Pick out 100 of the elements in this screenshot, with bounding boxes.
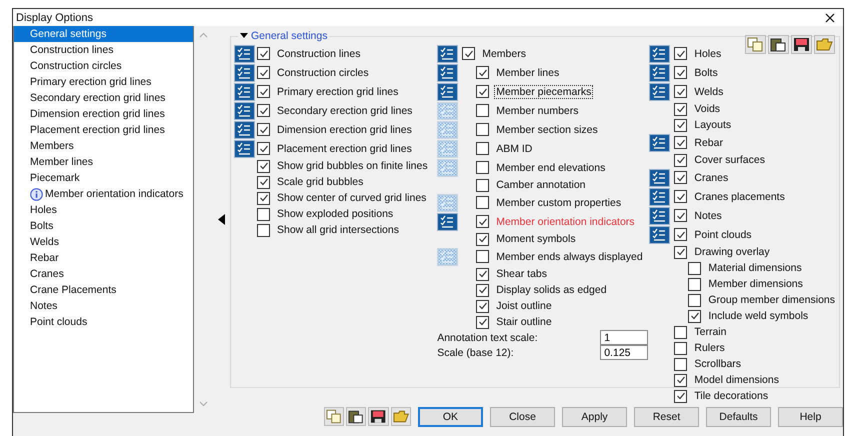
- checkbox[interactable]: [257, 66, 270, 79]
- checklist-button[interactable]: [437, 44, 458, 62]
- checkbox[interactable]: [674, 209, 688, 222]
- checkbox[interactable]: [674, 85, 688, 98]
- checklist-button[interactable]: [234, 120, 255, 138]
- checkbox[interactable]: [257, 176, 270, 188]
- close-icon[interactable]: [825, 12, 835, 22]
- sidebar-item[interactable]: Holes: [14, 202, 193, 218]
- checkbox[interactable]: [476, 104, 490, 117]
- checkbox[interactable]: [674, 66, 688, 79]
- checkbox[interactable]: [476, 161, 490, 174]
- checklist-button[interactable]: [649, 226, 670, 244]
- checkbox[interactable]: [674, 246, 688, 258]
- checklist-button[interactable]: [234, 44, 255, 62]
- sidebar-item[interactable]: Piecemark: [14, 170, 193, 186]
- checklist-button[interactable]: [234, 140, 255, 158]
- checkbox[interactable]: [476, 178, 490, 192]
- save-icon[interactable]: [368, 407, 389, 426]
- checkbox[interactable]: [257, 224, 270, 236]
- checkbox[interactable]: [674, 154, 688, 166]
- checkbox[interactable]: [476, 142, 490, 155]
- input-field[interactable]: 1: [600, 330, 648, 345]
- checklist-button[interactable]: [234, 102, 255, 120]
- sidebar-item[interactable]: General settings: [14, 26, 193, 42]
- checklist-button[interactable]: [649, 44, 670, 62]
- checkbox[interactable]: [476, 66, 490, 79]
- checkbox[interactable]: [688, 294, 702, 306]
- checklist-button[interactable]: [437, 248, 458, 266]
- dialog-button[interactable]: Close: [490, 407, 556, 427]
- sidebar-item[interactable]: Bolts: [14, 218, 193, 234]
- sidebar-item[interactable]: Members: [14, 138, 193, 154]
- paste-icon[interactable]: [346, 407, 366, 426]
- checkbox[interactable]: [674, 358, 688, 370]
- checkbox[interactable]: [688, 310, 702, 322]
- checklist-button[interactable]: [649, 188, 670, 206]
- checkbox[interactable]: [476, 316, 490, 328]
- checkbox[interactable]: [257, 142, 270, 155]
- sidebar-item[interactable]: Notes: [14, 298, 193, 314]
- dialog-button[interactable]: Help: [778, 407, 843, 427]
- checklist-button[interactable]: [649, 82, 670, 100]
- sidebar-item[interactable]: Rebar: [14, 250, 193, 266]
- checkbox[interactable]: [476, 300, 490, 312]
- checkbox[interactable]: [257, 160, 270, 172]
- checklist-button[interactable]: [234, 82, 255, 100]
- checklist-button[interactable]: [649, 134, 670, 152]
- group-title[interactable]: General settings: [240, 30, 328, 42]
- checkbox[interactable]: [257, 47, 270, 60]
- checkbox[interactable]: [476, 85, 490, 98]
- sidebar-item[interactable]: Member lines: [14, 154, 193, 170]
- open-icon[interactable]: [814, 35, 835, 54]
- checkbox[interactable]: [674, 390, 688, 402]
- sidebar-item[interactable]: Secondary erection grid lines: [14, 90, 193, 106]
- checklist-button[interactable]: [437, 82, 458, 100]
- checklist-button[interactable]: [234, 64, 255, 82]
- checklist-button[interactable]: [649, 206, 670, 224]
- dialog-button[interactable]: Apply: [562, 407, 628, 427]
- checklist-button[interactable]: [649, 168, 670, 186]
- checkbox[interactable]: [674, 47, 688, 60]
- sidebar-item[interactable]: Cranes: [14, 266, 193, 282]
- checkbox[interactable]: [674, 118, 688, 132]
- save-icon[interactable]: [791, 35, 812, 54]
- checkbox[interactable]: [462, 47, 476, 60]
- checklist-button[interactable]: [437, 120, 458, 138]
- checkbox[interactable]: [257, 85, 270, 98]
- checkbox[interactable]: [476, 123, 490, 136]
- checkbox[interactable]: [674, 171, 688, 184]
- sidebar-item[interactable]: Point clouds: [14, 314, 193, 330]
- checkbox[interactable]: [674, 342, 688, 354]
- input-field[interactable]: 0.125: [600, 345, 648, 360]
- checkbox[interactable]: [476, 196, 490, 209]
- sidebar-item[interactable]: Crane Placements: [14, 282, 193, 298]
- sidebar-item[interactable]: Construction circles: [14, 58, 193, 74]
- checkbox[interactable]: [688, 278, 702, 290]
- sidebar-item[interactable]: Placement erection grid lines: [14, 122, 193, 138]
- checkbox[interactable]: [476, 215, 490, 228]
- dialog-button[interactable]: Defaults: [706, 407, 772, 427]
- dialog-button[interactable]: Reset: [634, 407, 700, 427]
- checkbox[interactable]: [257, 104, 270, 117]
- checkbox[interactable]: [674, 102, 688, 116]
- checklist-button[interactable]: [437, 194, 458, 212]
- checkbox[interactable]: [674, 326, 688, 338]
- checkbox[interactable]: [476, 268, 490, 280]
- sidebar-item[interactable]: Construction lines: [14, 42, 193, 58]
- sidebar-item[interactable]: Member orientation indicators: [14, 186, 193, 202]
- checkbox[interactable]: [476, 284, 490, 296]
- open-icon[interactable]: [390, 407, 411, 426]
- checkbox[interactable]: [688, 262, 702, 274]
- checklist-button[interactable]: [437, 140, 458, 158]
- sidebar-item[interactable]: Welds: [14, 234, 193, 250]
- checkbox[interactable]: [257, 208, 270, 220]
- checkbox[interactable]: [476, 250, 490, 263]
- copy-icon[interactable]: [745, 35, 766, 54]
- checklist-button[interactable]: [437, 102, 458, 120]
- checkbox[interactable]: [674, 190, 688, 203]
- sidebar-item[interactable]: Dimension erection grid lines: [14, 106, 193, 122]
- checklist-button[interactable]: [437, 158, 458, 176]
- checkbox[interactable]: [674, 374, 688, 386]
- checkbox[interactable]: [674, 228, 688, 241]
- collapse-arrow-icon[interactable]: [218, 214, 224, 225]
- sidebar-item[interactable]: Primary erection grid lines: [14, 74, 193, 90]
